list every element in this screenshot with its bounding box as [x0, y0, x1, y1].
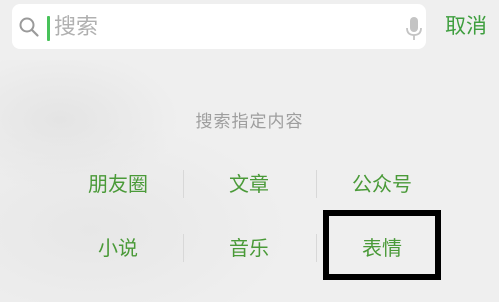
search-option-official-accounts[interactable]: 公众号 [317, 166, 447, 202]
search-option-stickers[interactable]: 表情 [317, 230, 447, 266]
search-option-music[interactable]: 音乐 [184, 230, 314, 266]
text-caret [47, 16, 50, 41]
search-box[interactable] [12, 4, 426, 49]
cancel-button[interactable]: 取消 [438, 8, 494, 44]
search-option-moments[interactable]: 朋友圈 [53, 166, 183, 202]
search-header: 取消 [0, 0, 499, 60]
search-option-articles[interactable]: 文章 [184, 166, 314, 202]
search-icon [18, 16, 40, 38]
search-input[interactable] [54, 10, 384, 44]
search-option-novels[interactable]: 小说 [53, 230, 183, 266]
section-title: 搜索指定内容 [195, 112, 304, 132]
microphone-icon[interactable] [404, 16, 424, 42]
